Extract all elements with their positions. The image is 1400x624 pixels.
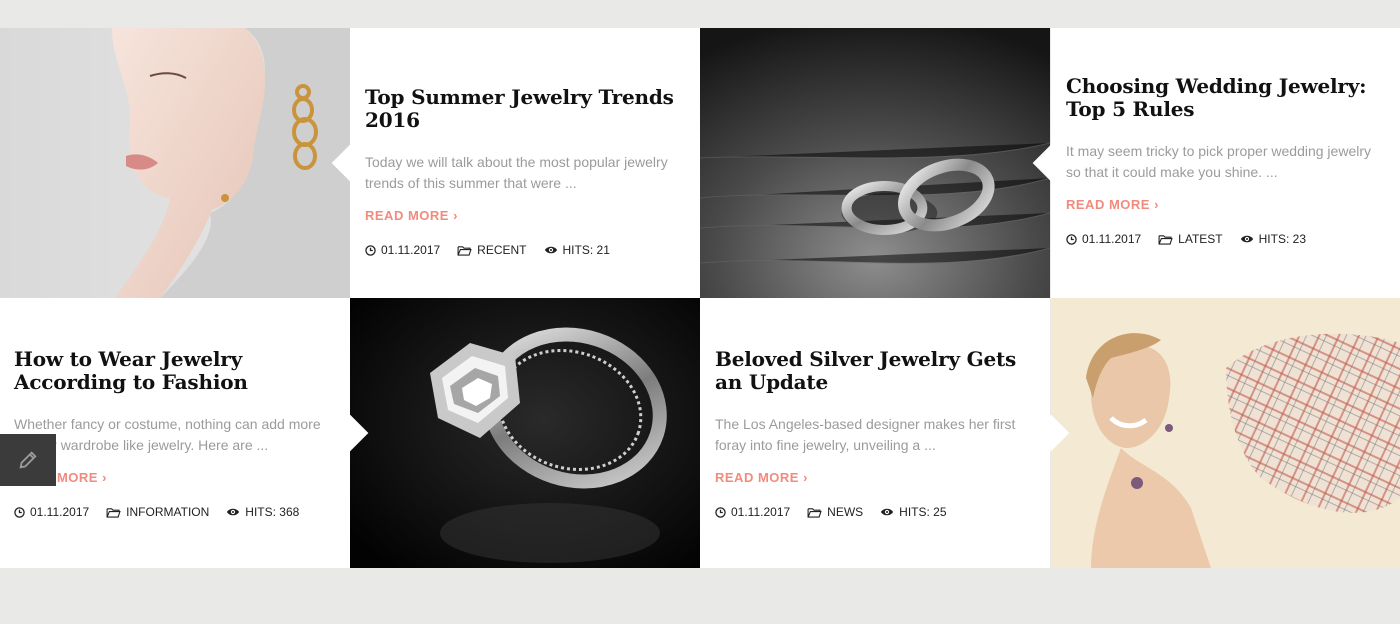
post-image-diamond-ring[interactable] bbox=[350, 298, 700, 568]
clock-icon bbox=[715, 506, 726, 518]
chevron-right-icon: › bbox=[453, 208, 458, 223]
post-date-text: 01.11.2017 bbox=[731, 505, 791, 519]
wedding-rings-photo bbox=[700, 28, 1050, 298]
post-card-4: Beloved Silver Jewelry Gets an Update Th… bbox=[700, 298, 1050, 568]
post-date: 01.11.2017 bbox=[715, 505, 790, 519]
post-hits-text: HITS: 21 bbox=[562, 243, 610, 257]
post-hits: HITS: 25 bbox=[880, 505, 947, 519]
post-hits-text: HITS: 23 bbox=[1258, 232, 1306, 246]
post-hits-text: HITS: 25 bbox=[899, 505, 947, 519]
diamond-ring-photo bbox=[350, 298, 700, 568]
post-date: 01.11.2017 bbox=[365, 243, 440, 257]
eye-icon bbox=[544, 246, 557, 254]
post-category[interactable]: NEWS bbox=[807, 505, 863, 519]
read-more-label: READ MORE bbox=[365, 208, 449, 223]
post-category[interactable]: RECENT bbox=[457, 243, 527, 257]
post-image-wedding-rings[interactable] bbox=[700, 28, 1050, 298]
post-card-3: How to Wear Jewelry According to Fashion… bbox=[0, 298, 350, 568]
eye-icon bbox=[227, 508, 240, 516]
pencil-icon bbox=[19, 451, 37, 469]
post-grid: Top Summer Jewelry Trends 2016 Today we … bbox=[0, 28, 1400, 568]
post-image-woman-scarf[interactable] bbox=[1051, 298, 1400, 568]
post-category[interactable]: INFORMATION bbox=[106, 505, 209, 519]
read-more-link[interactable]: READ MORE › bbox=[365, 208, 458, 223]
post-category-text: LATEST bbox=[1178, 232, 1223, 246]
post-content: Top Summer Jewelry Trends 2016 Today we … bbox=[365, 86, 686, 258]
eye-icon bbox=[1240, 235, 1253, 243]
post-category-text: NEWS bbox=[827, 505, 864, 519]
post-card-2: Choosing Wedding Jewelry: Top 5 Rules It… bbox=[1051, 28, 1400, 298]
chevron-right-icon: › bbox=[102, 470, 107, 485]
post-title[interactable]: Top Summer Jewelry Trends 2016 bbox=[365, 86, 686, 132]
post-hits-text: HITS: 368 bbox=[245, 505, 300, 519]
post-title[interactable]: Beloved Silver Jewelry Gets an Update bbox=[715, 348, 1036, 394]
post-excerpt: Today we will talk about the most popula… bbox=[365, 154, 668, 191]
post-hits: HITS: 23 bbox=[1240, 232, 1306, 246]
post-meta: 01.11.2017 LATEST HITS: 23 bbox=[1066, 232, 1386, 246]
post-excerpt: Whether fancy or costume, nothing can ad… bbox=[14, 416, 321, 453]
post-title[interactable]: How to Wear Jewelry According to Fashion bbox=[14, 348, 336, 394]
folder-icon bbox=[457, 245, 472, 256]
post-excerpt: The Los Angeles-based designer makes her… bbox=[715, 416, 1016, 453]
woman-scarf-photo bbox=[1051, 298, 1400, 568]
edit-button[interactable] bbox=[0, 434, 56, 486]
post-date-text: 01.11.2017 bbox=[1082, 232, 1142, 246]
read-more-label: READ MORE bbox=[715, 470, 799, 485]
post-date: 01.11.2017 bbox=[1066, 232, 1141, 246]
post-image-woman-earring[interactable] bbox=[0, 28, 350, 298]
post-date-text: 01.11.2017 bbox=[30, 505, 90, 519]
post-hits: HITS: 368 bbox=[226, 505, 299, 519]
post-hits: HITS: 21 bbox=[544, 243, 610, 257]
clock-icon bbox=[365, 244, 376, 256]
post-meta: 01.11.2017 INFORMATION HITS: 368 bbox=[14, 505, 336, 519]
clock-icon bbox=[14, 506, 25, 518]
clock-icon bbox=[1066, 233, 1077, 245]
post-content: Beloved Silver Jewelry Gets an Update Th… bbox=[715, 348, 1036, 520]
post-category[interactable]: LATEST bbox=[1158, 232, 1223, 246]
eye-icon bbox=[881, 508, 894, 516]
read-more-label: READ MORE bbox=[1066, 197, 1150, 212]
read-more-link[interactable]: READ MORE › bbox=[715, 470, 808, 485]
post-title[interactable]: Choosing Wedding Jewelry: Top 5 Rules bbox=[1066, 75, 1386, 121]
post-content: How to Wear Jewelry According to Fashion… bbox=[14, 348, 336, 520]
post-date: 01.11.2017 bbox=[14, 505, 89, 519]
post-category-text: INFORMATION bbox=[126, 505, 210, 519]
chevron-right-icon: › bbox=[1154, 197, 1159, 212]
post-category-text: RECENT bbox=[477, 243, 527, 257]
folder-icon bbox=[807, 507, 822, 518]
post-content: Choosing Wedding Jewelry: Top 5 Rules It… bbox=[1066, 75, 1386, 247]
chevron-right-icon: › bbox=[803, 470, 808, 485]
read-more-link[interactable]: READ MORE › bbox=[1066, 197, 1159, 212]
post-card-1: Top Summer Jewelry Trends 2016 Today we … bbox=[350, 28, 700, 298]
post-meta: 01.11.2017 RECENT HITS: 21 bbox=[365, 243, 686, 257]
post-date-text: 01.11.2017 bbox=[381, 243, 441, 257]
woman-earring-photo bbox=[0, 28, 350, 298]
folder-icon bbox=[1158, 234, 1173, 245]
folder-icon bbox=[106, 507, 121, 518]
post-meta: 01.11.2017 NEWS HITS: 25 bbox=[715, 505, 1036, 519]
post-excerpt: It may seem tricky to pick proper weddin… bbox=[1066, 143, 1371, 180]
